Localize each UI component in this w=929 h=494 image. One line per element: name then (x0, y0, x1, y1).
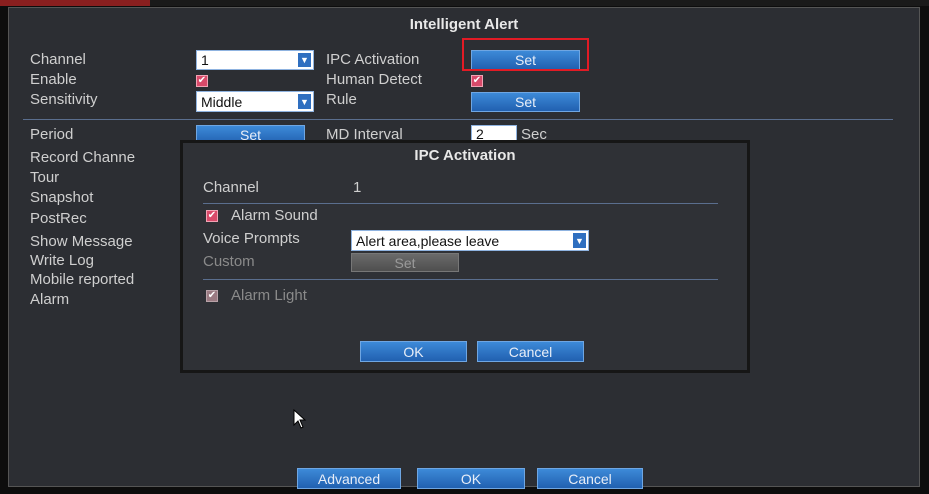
top-stripe (0, 0, 929, 6)
alarm-sound-label: Alarm Sound (231, 207, 318, 224)
record-channel-label: Record Channe (30, 149, 136, 166)
mobile-reported-label: Mobile reported (30, 271, 135, 288)
section-divider (23, 119, 893, 120)
enable-checkbox[interactable]: ✔ (196, 75, 208, 87)
ipc-activation-dialog: IPC Activation Channel 1 ✔ Alarm Sound V… (180, 140, 750, 373)
enable-label: Enable (30, 71, 77, 88)
custom-label: Custom (203, 253, 255, 270)
alarm-sound-checkbox[interactable]: ✔ (206, 210, 218, 222)
cancel-button[interactable]: Cancel (537, 468, 643, 489)
dialog-divider (203, 203, 718, 204)
sensitivity-select-value: Middle (201, 93, 243, 110)
dialog-ok-button[interactable]: OK (360, 341, 467, 362)
dialog-channel-value: 1 (353, 179, 362, 196)
voice-prompts-value: Alert area,please leave (356, 232, 500, 249)
alarm-light-label: Alarm Light (231, 287, 307, 304)
write-log-label: Write Log (30, 252, 94, 269)
alarm-light-checkbox[interactable]: ✔ (206, 290, 218, 302)
period-label: Period (30, 126, 74, 143)
human-detect-checkbox[interactable]: ✔ (471, 75, 483, 87)
top-stripe-accent (0, 0, 150, 6)
alarm-label: Alarm (30, 291, 70, 308)
chevron-down-icon: ▼ (298, 94, 311, 109)
dialog-divider (203, 279, 718, 280)
tour-label: Tour (30, 169, 60, 186)
channel-label: Channel (30, 51, 86, 68)
rule-set-button[interactable]: Set (471, 92, 580, 112)
show-message-label: Show Message (30, 233, 133, 250)
sensitivity-label: Sensitivity (30, 91, 98, 108)
channel-select-value: 1 (201, 52, 209, 68)
postrec-label: PostRec (30, 210, 87, 227)
dialog-channel-label: Channel (203, 179, 259, 196)
dialog-cancel-button[interactable]: Cancel (477, 341, 584, 362)
window-title: Intelligent Alert (409, 16, 519, 33)
channel-select[interactable]: 1 ▼ (196, 50, 314, 70)
highlight-box (462, 38, 589, 71)
custom-set-button[interactable]: Set (351, 253, 459, 272)
chevron-down-icon: ▼ (298, 53, 311, 67)
snapshot-label: Snapshot (30, 189, 94, 206)
human-detect-label: Human Detect (326, 71, 422, 88)
dialog-title: IPC Activation (414, 147, 516, 164)
chevron-down-icon: ▼ (573, 233, 586, 248)
ipc-activation-label: IPC Activation (326, 51, 420, 68)
voice-prompts-select[interactable]: Alert area,please leave ▼ (351, 230, 589, 251)
sensitivity-select[interactable]: Middle ▼ (196, 91, 314, 112)
voice-prompts-label: Voice Prompts (203, 230, 300, 247)
advanced-button[interactable]: Advanced (297, 468, 401, 489)
rule-label: Rule (326, 91, 357, 108)
mouse-pointer-icon (293, 409, 307, 429)
ok-button[interactable]: OK (417, 468, 525, 489)
